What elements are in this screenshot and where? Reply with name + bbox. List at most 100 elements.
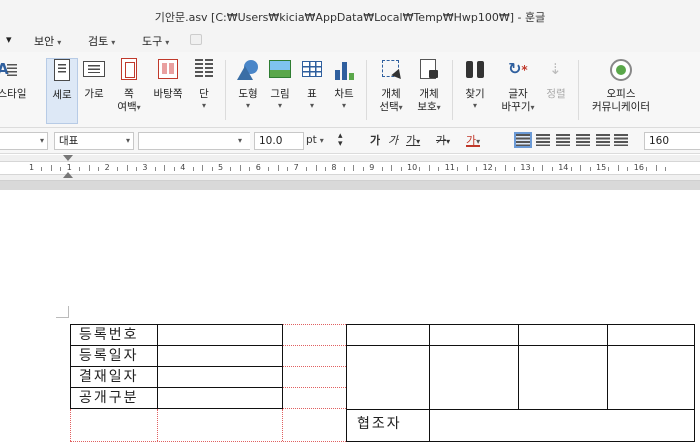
ruler-number: 16 — [633, 163, 644, 172]
ruler-tick — [202, 165, 204, 171]
approval-date-field[interactable] — [158, 367, 281, 387]
style-button[interactable]: A 스타일 — [0, 58, 30, 124]
ruler-tick — [570, 167, 572, 171]
line-spacing-value: 160 — [649, 135, 670, 147]
quick-access-icon[interactable] — [190, 34, 202, 45]
ribbon-divider — [225, 60, 226, 120]
menu-bar: ▾ 보안 ▾ 검토 ▾ 도구 ▾ — [0, 30, 700, 52]
ruler-number: 15 — [596, 163, 607, 172]
font-color-button[interactable]: 가▾ — [466, 133, 481, 147]
landscape-button[interactable]: 가로 — [80, 58, 108, 124]
replace-button[interactable]: ↻* 글자 바꾸기▾ — [496, 58, 540, 124]
strikethrough-button[interactable]: 가▾ — [436, 133, 450, 149]
replace-label-2: 바꾸기▾ — [501, 101, 535, 113]
line-spacing-input[interactable]: 160 — [644, 132, 700, 150]
background-page-icon — [156, 58, 180, 82]
chevron-down-icon: ▾ — [245, 101, 250, 110]
align-divide-icon[interactable] — [614, 134, 628, 146]
ruler-number: 11 — [444, 163, 455, 172]
chevron-down-icon: ▾ — [201, 101, 206, 110]
align-justify-icon[interactable] — [514, 132, 532, 148]
align-distribute-icon[interactable] — [596, 134, 610, 146]
ruler-tick — [504, 165, 506, 171]
ruler-number: 9 — [369, 163, 375, 172]
bold-button[interactable]: 가 — [370, 133, 380, 149]
disclosure-type-field[interactable] — [158, 388, 281, 408]
ruler-tick — [589, 167, 591, 171]
page-margin-label-1: 쪽 — [124, 88, 134, 100]
find-button[interactable]: 찾기 ▾ — [460, 58, 490, 124]
ribbon-toolbar: A 스타일 세로 가로 쪽 여백▾ 바탕쪽 단 ▾ 도형 ▾ 그림 ▾ 표 ▾ … — [0, 52, 700, 128]
ruler-number: 5 — [218, 163, 224, 172]
cooperator-label: 협조자 — [357, 416, 402, 432]
office-communicator-button[interactable]: 오피스 커뮤니케이터 — [586, 58, 656, 124]
font-name-combo[interactable]: ▾ — [138, 132, 250, 150]
disclosure-type-label: 공개구분 — [79, 390, 139, 406]
italic-button[interactable]: 가 — [388, 133, 398, 149]
horizontal-ruler[interactable]: 1 1 2 3 4 5 6 7 8 9 10 11 12 13 14 15 16 — [0, 155, 700, 181]
columns-button[interactable]: 단 ▾ — [192, 58, 216, 124]
ruler-tick — [50, 165, 52, 171]
ruler-number: 10 — [407, 163, 418, 172]
menu-leading-arrow-icon[interactable]: ▾ — [6, 33, 12, 46]
picture-button[interactable]: 그림 ▾ — [266, 58, 294, 124]
align-right-icon[interactable] — [576, 134, 590, 146]
picture-icon — [268, 58, 292, 82]
style-icon: A — [0, 58, 27, 82]
font-size-value: 10.0 — [259, 135, 283, 147]
ruler-tick — [154, 167, 156, 171]
shape-button[interactable]: 도형 ▾ — [234, 58, 262, 124]
portrait-button[interactable]: 세로 — [46, 58, 78, 124]
menu-review-label: 검토 — [88, 35, 109, 48]
portrait-label: 세로 — [52, 89, 72, 101]
page-margin-button[interactable]: 쪽 여백▾ — [114, 58, 144, 124]
ruler-number: 6 — [255, 163, 261, 172]
ruler-tick — [126, 165, 128, 171]
ruler-tick — [438, 167, 440, 171]
left-indent-marker[interactable] — [63, 172, 73, 178]
ruler-tick — [419, 167, 421, 171]
document-page[interactable]: 등록번호 등록일자 결재일자 공개구분 협조자 — [0, 190, 700, 445]
object-protect-button[interactable]: 개체 보호▾ — [412, 58, 446, 124]
style-type-combo[interactable]: ▾ — [0, 132, 48, 150]
ruler-tick — [353, 165, 355, 171]
ribbon-divider — [452, 60, 453, 120]
page-margin-label-2: 여백▾ — [117, 101, 141, 113]
registration-date-field[interactable] — [158, 346, 281, 366]
ruler-number: 1 — [29, 163, 35, 172]
ruler-tick — [230, 167, 232, 171]
ruler-tick — [192, 167, 194, 171]
menu-security[interactable]: 보안 ▾ — [34, 33, 61, 49]
ruler-tick — [79, 167, 81, 171]
font-size-stepper[interactable]: ▴ ▾ — [338, 132, 343, 149]
chart-button[interactable]: 차트 ▾ — [330, 58, 358, 124]
font-size-input[interactable]: 10.0 — [254, 132, 304, 150]
portrait-page-icon — [50, 59, 74, 83]
chevron-down-icon: ▾ — [237, 136, 242, 145]
ruler-number: 14 — [558, 163, 569, 172]
shape-icon — [236, 58, 260, 82]
ruler-tick — [513, 167, 515, 171]
table-button[interactable]: 표 ▾ — [298, 58, 326, 124]
ruler-tick — [324, 167, 326, 171]
font-unit-select[interactable]: pt ▾ — [306, 134, 324, 146]
ruler-tick — [495, 167, 497, 171]
ruler-tick — [391, 165, 393, 171]
align-center-icon[interactable] — [556, 134, 570, 146]
ruler-tick — [580, 165, 582, 171]
background-page-button[interactable]: 바탕쪽 — [150, 58, 186, 124]
cooperator-field[interactable] — [430, 410, 694, 441]
object-select-button[interactable]: 개체 선택▾ — [374, 58, 408, 124]
underline-button[interactable]: 가▾ — [406, 133, 420, 149]
align-left-icon[interactable] — [536, 134, 550, 146]
chevron-down-icon: ▾ — [39, 136, 44, 145]
object-select-label-1: 개체 — [381, 88, 401, 100]
registration-number-field[interactable] — [158, 325, 281, 345]
object-select-label-2: 선택▾ — [379, 101, 403, 113]
menu-review[interactable]: 검토 ▾ — [88, 33, 115, 49]
paragraph-style-combo[interactable]: 대표 ▾ — [54, 132, 134, 150]
sort-button[interactable]: ⇣ 정렬 — [542, 58, 570, 124]
first-line-indent-marker[interactable] — [63, 155, 73, 161]
ribbon-divider — [366, 60, 367, 120]
menu-tools[interactable]: 도구 ▾ — [142, 33, 169, 49]
